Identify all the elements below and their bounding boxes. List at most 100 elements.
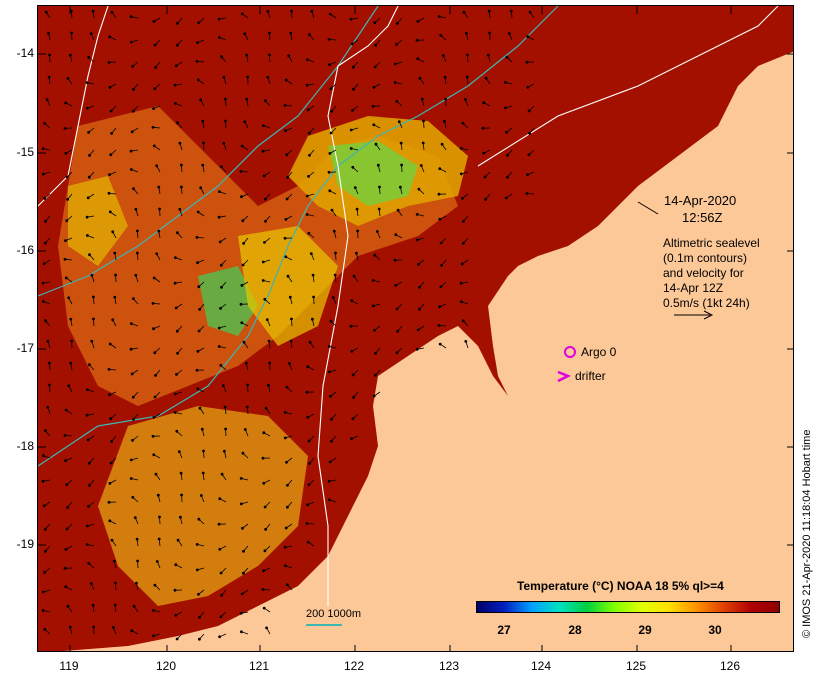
y-tick-label: -17 [16,341,34,355]
velocity-arrow-head [129,347,133,351]
velocity-arrow-head [393,81,397,84]
velocity-arrow-head [197,329,201,333]
map-frame[interactable] [37,5,794,652]
velocity-arrow-head [175,43,179,47]
velocity-arrow-head [245,405,249,409]
velocity-arrow-head [64,548,68,551]
velocity-arrow-head [196,261,199,265]
velocity-arrow-head [107,61,111,64]
colorbar-tick: 29 [638,623,652,637]
velocity-arrow-head [395,307,399,311]
x-tick-label: 126 [719,659,741,673]
velocity-arrow-head [483,175,487,179]
velocity-arrow-head [64,585,68,589]
velocity-arrow-head [327,479,331,483]
velocity-arrow-head [153,43,157,47]
velocity-arrow-head [444,97,448,101]
velocity-arrow-head [111,626,115,629]
velocity-arrow-head [195,543,199,546]
velocity-arrow-head [155,252,159,256]
velocity-arrow-head [136,251,139,255]
velocity-arrow-head [88,363,91,367]
velocity-arrow-head [220,472,224,476]
velocity-arrow-head [417,307,421,311]
velocity-arrow-head [415,347,419,351]
velocity-arrow-head [180,493,184,497]
velocity-arrow-head [464,339,468,343]
velocity-arrow-head [262,431,266,435]
velocity-arrow-head [328,63,331,67]
velocity-arrow-head [372,86,376,89]
velocity-arrow-head [329,394,332,398]
velocity-arrow-head [245,53,249,57]
velocity-arrow-head [129,458,133,462]
velocity-arrow-head [196,349,200,353]
velocity-arrow-head [507,32,511,35]
velocity-arrow-head [64,151,68,155]
velocity-arrow-head [416,57,420,61]
velocity-arrow-head [400,163,404,167]
velocity-arrow-head [47,31,50,35]
velocity-arrow-head [42,454,45,458]
velocity-arrow-head [240,283,244,287]
velocity-arrow-head [202,449,205,453]
velocity-arrow-head [68,625,72,629]
velocity-arrow-head [351,417,355,421]
velocity-arrow-head [240,12,244,16]
velocity-arrow-head [284,255,288,259]
velocity-arrow-head [288,295,292,299]
velocity-arrow-head [85,543,89,546]
velocity-arrow-head [151,301,155,305]
velocity-arrow-head [108,393,111,397]
velocity-arrow-head [246,75,250,79]
velocity-arrow-head [152,276,156,280]
velocity-arrow-head [505,175,509,179]
colorbar-tick: 30 [708,623,722,637]
velocity-arrow-head [43,627,47,631]
velocity-arrow-head [240,592,244,596]
velocity-arrow-head [88,153,91,157]
velocity-arrow-head [64,408,68,412]
velocity-arrow-head [179,185,183,189]
velocity-arrow-head [157,185,161,189]
velocity-arrow-head [509,9,513,13]
velocity-arrow-head [263,240,266,244]
velocity-arrow-head [173,256,177,260]
velocity-arrow-head [87,561,91,565]
velocity-arrow-head [135,581,138,585]
velocity-arrow-head [113,251,117,255]
velocity-arrow-head [158,207,161,211]
velocity-arrow-head [327,38,331,41]
velocity-arrow-head [44,319,47,323]
velocity-arrow-head [239,611,243,615]
velocity-arrow-head [349,128,353,132]
velocity-arrow-head [309,252,313,256]
velocity-arrow-head [136,559,139,563]
velocity-arrow-head [239,169,243,173]
velocity-arrow-head [195,368,199,372]
velocity-arrow-head [41,479,45,483]
velocity-arrow-head [461,121,465,125]
date-label: 14-Apr-2020 [664,193,737,208]
velocity-arrow-head [151,125,155,129]
velocity-arrow-head [438,342,442,346]
velocity-arrow-head [240,321,244,325]
velocity-arrow-head [175,637,179,641]
velocity-arrow-head [352,395,356,399]
velocity-arrow-head [526,173,530,177]
velocity-arrow-head [327,344,331,348]
velocity-arrow-head [196,387,200,391]
velocity-arrow-head [64,459,67,463]
velocity-arrow-head [112,559,116,563]
velocity-arrow-head [350,299,354,303]
velocity-arrow-head [308,461,312,465]
velocity-arrow-head [175,372,178,376]
velocity-arrow-head [153,87,157,91]
velocity-arrow-head [395,99,399,103]
velocity-arrow-head [108,210,112,214]
velocity-arrow-head [266,75,270,79]
velocity-arrow-head [262,481,266,485]
velocity-arrow-head [285,505,289,509]
velocity-arrow-head [415,38,419,42]
velocity-arrow-head [173,392,177,396]
